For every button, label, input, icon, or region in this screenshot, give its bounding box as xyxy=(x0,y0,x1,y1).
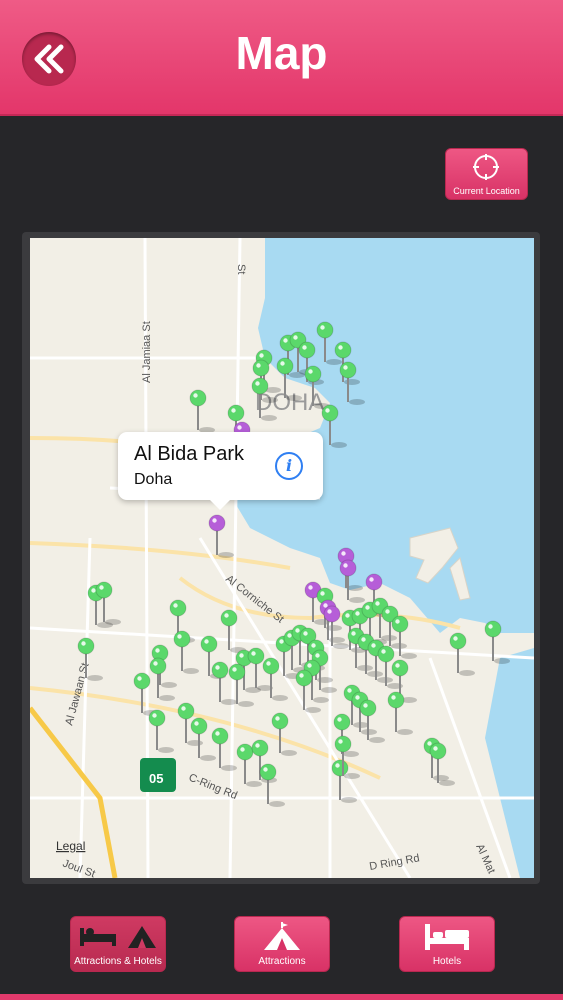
crosshair-icon xyxy=(473,154,499,180)
callout-title: Al Bida Park xyxy=(134,443,245,465)
bed-and-tent-icon xyxy=(80,926,156,948)
map-pin-green[interactable] xyxy=(190,717,216,761)
route-shield-number: 05 xyxy=(149,771,163,786)
info-icon[interactable]: i xyxy=(275,452,303,480)
street-jamiaa: Al Jamiaa St xyxy=(141,321,153,383)
map-pin-green[interactable] xyxy=(271,712,297,756)
current-location-label: Current Location xyxy=(453,186,520,196)
tab-attractions-hotels-label: Attractions & Hotels xyxy=(74,956,162,967)
page-title: Map xyxy=(235,27,328,79)
map-pin-green[interactable] xyxy=(149,657,175,701)
street-st: St xyxy=(235,264,247,274)
lower-bay-water xyxy=(485,648,534,878)
map-pin-purple[interactable] xyxy=(208,514,234,558)
tent-icon xyxy=(264,922,300,950)
map-pin-green[interactable] xyxy=(148,709,174,753)
current-location-button[interactable]: Current Location xyxy=(445,148,528,200)
tab-hotels-label: Hotels xyxy=(432,956,462,967)
map-pin-green[interactable] xyxy=(295,669,321,713)
tab-hotels[interactable]: Hotels xyxy=(399,916,495,972)
map-pin-green[interactable] xyxy=(189,389,215,433)
street-joul: Joul St xyxy=(61,858,97,878)
header: Map xyxy=(0,0,563,116)
map-callout[interactable]: Al Bida Park Doha i xyxy=(118,432,323,510)
map-canvas: DOHA Al Jamiaa St Al Jawaan St Al Cornic… xyxy=(30,238,534,878)
bed-icon xyxy=(425,924,469,950)
tab-attractions-hotels[interactable]: Attractions & Hotels xyxy=(70,916,166,972)
callout-subtitle: Doha xyxy=(134,471,173,488)
bottom-accent-bar xyxy=(0,994,563,1000)
map-pin-green[interactable] xyxy=(259,763,285,807)
legal-link: Legal xyxy=(56,839,85,853)
tab-attractions-label: Attractions xyxy=(258,956,306,967)
map-pin-green[interactable] xyxy=(359,699,385,743)
tab-attractions[interactable]: Attractions xyxy=(234,916,330,972)
map-pin-green[interactable] xyxy=(95,581,121,625)
map-view[interactable]: DOHA Al Jamiaa St Al Jawaan St Al Cornic… xyxy=(30,238,534,878)
street-al-mat: Al Mat xyxy=(473,842,497,875)
